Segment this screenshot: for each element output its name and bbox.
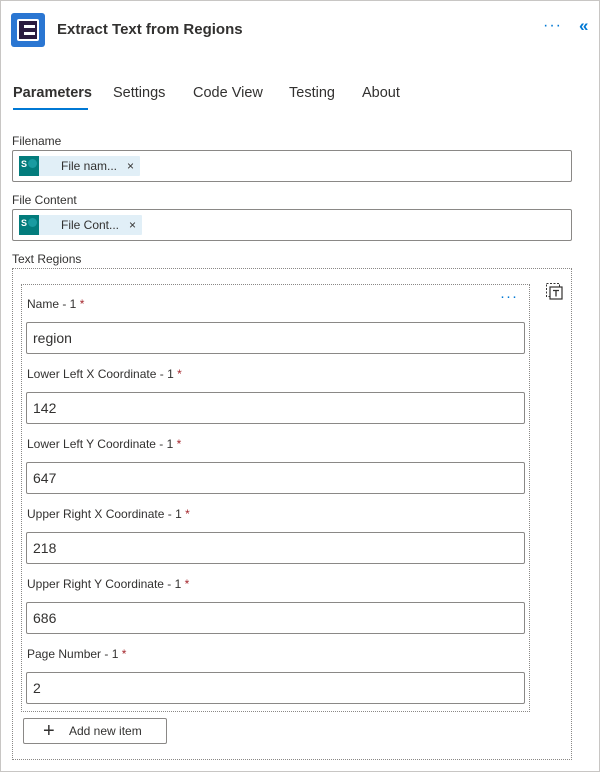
text-regions-label: Text Regions: [12, 252, 82, 266]
tab-settings[interactable]: Settings: [113, 85, 165, 101]
page-number-input[interactable]: 2: [26, 672, 525, 704]
required-mark: *: [185, 507, 190, 521]
panel-title: Extract Text from Regions: [57, 21, 243, 38]
filename-field[interactable]: S File nam... ×: [12, 150, 572, 182]
collapse-panel-icon[interactable]: «: [579, 16, 588, 36]
plus-icon: +: [43, 720, 55, 742]
active-tab-indicator: [13, 108, 88, 110]
add-new-item-button[interactable]: + Add new item: [23, 718, 167, 744]
name-label: Name - 1 *: [27, 297, 85, 311]
upper-right-x-label: Upper Right X Coordinate - 1 *: [27, 507, 190, 521]
required-mark: *: [79, 297, 85, 311]
required-mark: *: [176, 437, 182, 451]
tab-testing[interactable]: Testing: [289, 85, 335, 101]
filename-token[interactable]: S File nam... ×: [19, 156, 141, 176]
required-mark: *: [184, 577, 190, 591]
filename-label: Filename: [12, 134, 62, 148]
upper-right-y-input[interactable]: 686: [26, 602, 525, 634]
file-content-token[interactable]: S File Cont... ×: [19, 215, 143, 235]
panel-header: Extract Text from Regions ··· «: [11, 13, 591, 47]
sharepoint-icon: S: [19, 215, 39, 235]
action-panel: Extract Text from Regions ··· « Paramete…: [0, 0, 600, 772]
filename-token-label: File nam...: [61, 159, 118, 173]
more-options-icon[interactable]: ···: [543, 17, 562, 35]
filename-token-remove-icon[interactable]: ×: [127, 159, 134, 173]
file-content-token-remove-icon[interactable]: ×: [129, 218, 136, 232]
app-logo-icon: [11, 13, 45, 47]
tab-code-view[interactable]: Code View: [193, 85, 263, 101]
item-more-options-icon[interactable]: ···: [500, 288, 518, 305]
lower-left-y-input[interactable]: 647: [26, 462, 525, 494]
upper-right-y-label: Upper Right Y Coordinate - 1 *: [27, 577, 190, 591]
sharepoint-icon: S: [19, 156, 39, 176]
lower-left-x-label: Lower Left X Coordinate - 1 *: [27, 367, 182, 381]
name-input[interactable]: region: [26, 322, 525, 354]
upper-right-x-input[interactable]: 218: [26, 532, 525, 564]
file-content-token-label: File Cont...: [61, 218, 120, 232]
switch-to-text-mode-icon[interactable]: [545, 282, 563, 300]
tab-bar: Parameters Settings Code View Testing Ab…: [13, 85, 589, 115]
lower-left-y-label: Lower Left Y Coordinate - 1 *: [27, 437, 182, 451]
tab-parameters[interactable]: Parameters: [13, 85, 92, 101]
page-number-label: Page Number - 1 *: [27, 647, 127, 661]
file-content-field[interactable]: S File Cont... ×: [12, 209, 572, 241]
required-mark: *: [177, 367, 182, 381]
file-content-label: File Content: [12, 193, 77, 207]
add-new-item-label: Add new item: [69, 724, 142, 738]
required-mark: *: [121, 647, 127, 661]
tab-about[interactable]: About: [362, 85, 400, 101]
lower-left-x-input[interactable]: 142: [26, 392, 525, 424]
